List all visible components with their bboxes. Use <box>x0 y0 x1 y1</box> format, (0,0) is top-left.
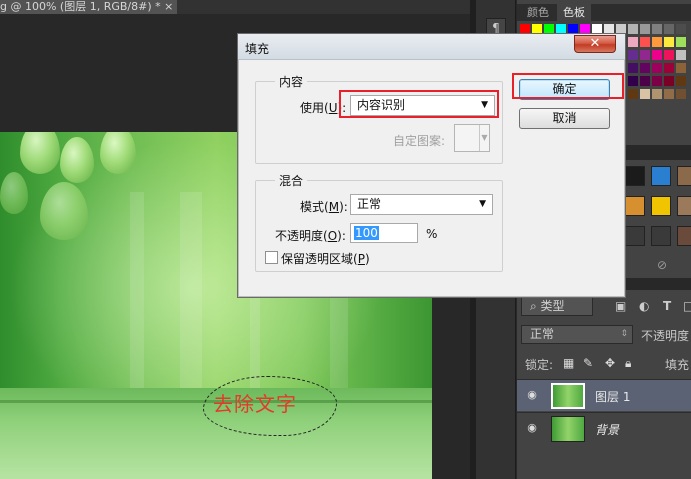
color-swatch[interactable] <box>676 76 686 86</box>
color-swatch[interactable] <box>652 63 662 73</box>
layer-thumbnail <box>551 416 585 442</box>
shape-filter-icon[interactable]: □ <box>683 299 691 313</box>
preserve-transparency-label: 保留透明区域(P) <box>281 252 370 266</box>
type-filter-icon[interactable]: T <box>663 299 671 313</box>
color-swatch[interactable] <box>664 63 674 73</box>
color-swatch[interactable] <box>640 24 650 34</box>
leaf-image <box>100 132 136 174</box>
panel-tabs: 颜色 色板 <box>517 4 691 21</box>
tab-swatches[interactable]: 色板 <box>557 4 591 21</box>
color-swatch[interactable] <box>652 37 662 47</box>
layer-filter-select[interactable]: ⌕ 类型 <box>521 297 593 316</box>
lock-all-icon[interactable]: 🔒︎ <box>625 356 631 371</box>
color-swatch[interactable] <box>652 76 662 86</box>
opacity-unit: % <box>426 227 438 241</box>
layer-thumbnail <box>551 383 585 409</box>
color-swatch[interactable] <box>640 37 650 47</box>
color-swatch[interactable] <box>628 50 638 60</box>
document-tab[interactable]: g @ 100% (图层 1, RGB/8#) * × <box>0 0 178 14</box>
color-swatch[interactable] <box>664 37 674 47</box>
custom-pattern-picker[interactable]: ▼ <box>454 124 490 152</box>
mode-select[interactable]: 正常 ▼ <box>350 194 493 215</box>
blending-group-label: 混合 <box>275 172 308 189</box>
style-swatch[interactable] <box>651 166 671 186</box>
color-swatch[interactable] <box>676 50 686 60</box>
color-swatch[interactable] <box>628 63 638 73</box>
layer-name: 背景 <box>595 423 620 437</box>
color-swatch[interactable] <box>628 89 638 99</box>
tab-color[interactable]: 颜色 <box>521 4 555 21</box>
style-swatch[interactable] <box>625 166 645 186</box>
color-swatch[interactable] <box>628 37 638 47</box>
chevron-down-icon: ▼ <box>479 125 489 151</box>
color-swatch[interactable] <box>676 63 686 73</box>
color-swatch[interactable] <box>640 89 650 99</box>
contents-group-label: 内容 <box>275 73 308 90</box>
preserve-transparency-checkbox[interactable] <box>265 251 278 264</box>
dialog-title: 填充 <box>245 42 270 56</box>
style-swatch[interactable] <box>651 226 671 246</box>
leaf-image <box>60 137 94 183</box>
chevron-down-icon: ▼ <box>479 199 486 209</box>
canvas-text: 去除文字 <box>213 392 297 416</box>
eye-icon[interactable]: ◉ <box>525 389 539 401</box>
color-swatch[interactable] <box>664 89 674 99</box>
document-tab-bar: g @ 100% (图层 1, RGB/8#) * × <box>0 0 470 14</box>
color-swatch[interactable] <box>664 24 674 34</box>
style-swatch[interactable] <box>677 196 691 216</box>
color-swatch[interactable] <box>676 37 686 47</box>
adjustment-filter-icon[interactable]: ◐ <box>639 299 649 313</box>
eye-icon[interactable]: ◉ <box>525 422 539 434</box>
color-swatch[interactable] <box>652 89 662 99</box>
annotation-highlight <box>512 73 624 99</box>
search-icon: ⌕ <box>530 299 541 313</box>
leaf-image <box>20 132 60 174</box>
color-swatch[interactable] <box>676 89 686 99</box>
close-button[interactable]: ✕ <box>574 35 616 53</box>
lock-move-icon[interactable]: ✥ <box>605 356 615 370</box>
style-swatch[interactable] <box>625 226 645 246</box>
no-style-icon[interactable]: ⊘ <box>657 258 667 272</box>
lock-transparent-icon[interactable]: ▦ <box>563 356 574 370</box>
color-swatch[interactable] <box>664 76 674 86</box>
style-swatch[interactable] <box>677 226 691 246</box>
style-swatch[interactable] <box>625 196 645 216</box>
color-swatch[interactable] <box>664 50 674 60</box>
style-swatch[interactable] <box>677 166 691 186</box>
blend-mode-select[interactable]: 正常 ⇕ <box>521 325 633 344</box>
leaf-image <box>0 172 28 214</box>
annotation-highlight <box>339 90 499 118</box>
lock-brush-icon[interactable]: ✎ <box>583 356 593 370</box>
mode-label: 模式(M): <box>300 200 348 214</box>
opacity-label: 不透明度 <box>641 329 690 343</box>
image-filter-icon[interactable]: ▣ <box>615 299 626 313</box>
color-swatch[interactable] <box>652 50 662 60</box>
chevron-icon: ⇕ <box>620 329 628 339</box>
layer-row[interactable]: ◉ 背景 <box>517 412 691 444</box>
color-swatch[interactable] <box>640 76 650 86</box>
custom-pattern-label: 自定图案: <box>393 134 446 148</box>
opacity-input[interactable]: 100 <box>350 223 418 243</box>
fill-label: 填充 <box>665 358 690 372</box>
layer-row[interactable]: ◉ 图层 1 <box>517 379 691 411</box>
color-swatch[interactable] <box>640 50 650 60</box>
color-swatch[interactable] <box>628 76 638 86</box>
color-swatch[interactable] <box>676 24 686 34</box>
style-swatch[interactable] <box>651 196 671 216</box>
layer-name: 图层 1 <box>595 390 631 404</box>
lock-label: 锁定: <box>525 358 554 372</box>
cancel-button[interactable]: 取消 <box>519 108 610 129</box>
color-swatch[interactable] <box>628 24 638 34</box>
color-swatch[interactable] <box>640 63 650 73</box>
dialog-titlebar[interactable]: 填充 ✕ <box>238 34 625 60</box>
color-swatch[interactable] <box>652 24 662 34</box>
fill-dialog: 填充 ✕ 内容 使用(U): 内容识别 ▼ 自定图案: ▼ 混合 模式(M): … <box>237 33 626 298</box>
opacity-label: 不透明度(O): <box>275 229 346 243</box>
